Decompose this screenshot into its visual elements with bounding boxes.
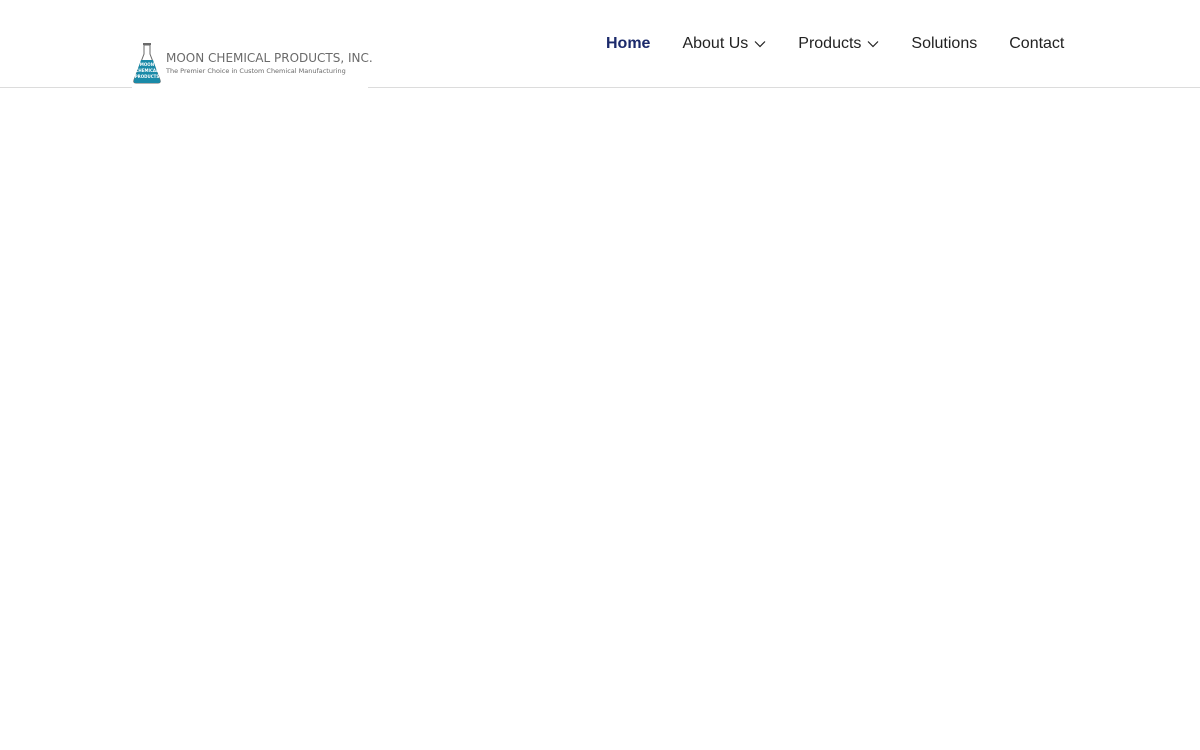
chevron-down-icon [754,41,766,48]
main-nav: Home About Us Products Solutions Contact [606,33,1064,55]
logo-mark-line-2: CHEMICAL [135,68,159,73]
logo-mark-line-1: MOON [140,62,154,67]
nav-solutions-label: Solutions [911,35,978,52]
company-name: MOON CHEMICAL PRODUCTS, INC. [166,51,373,65]
chevron-down-icon [867,41,879,48]
nav-contact[interactable]: Contact [1009,34,1064,54]
nav-solutions[interactable]: Solutions [911,34,977,54]
main-content [0,88,1200,749]
logo-text: MOON CHEMICAL PRODUCTS, INC. The Premier… [166,42,373,75]
nav-products-label: Products [798,35,862,52]
nav-products[interactable]: Products [798,34,879,54]
nav-about-us-label: About Us [682,35,749,52]
nav-contact-label: Contact [1009,35,1065,52]
site-header: MOON CHEMICAL PRODUCTS MOON CHEMICAL PRO… [0,0,1200,92]
nav-about-us[interactable]: About Us [682,34,766,54]
logo-mark-line-3: PRODUCTS [135,74,160,79]
company-tagline: The Premier Choice in Custom Chemical Ma… [166,67,346,75]
erlenmeyer-flask-logo-icon: MOON CHEMICAL PRODUCTS [133,43,161,84]
site-logo[interactable]: MOON CHEMICAL PRODUCTS MOON CHEMICAL PRO… [132,42,373,92]
nav-home-label: Home [606,35,651,52]
nav-home[interactable]: Home [606,34,650,54]
